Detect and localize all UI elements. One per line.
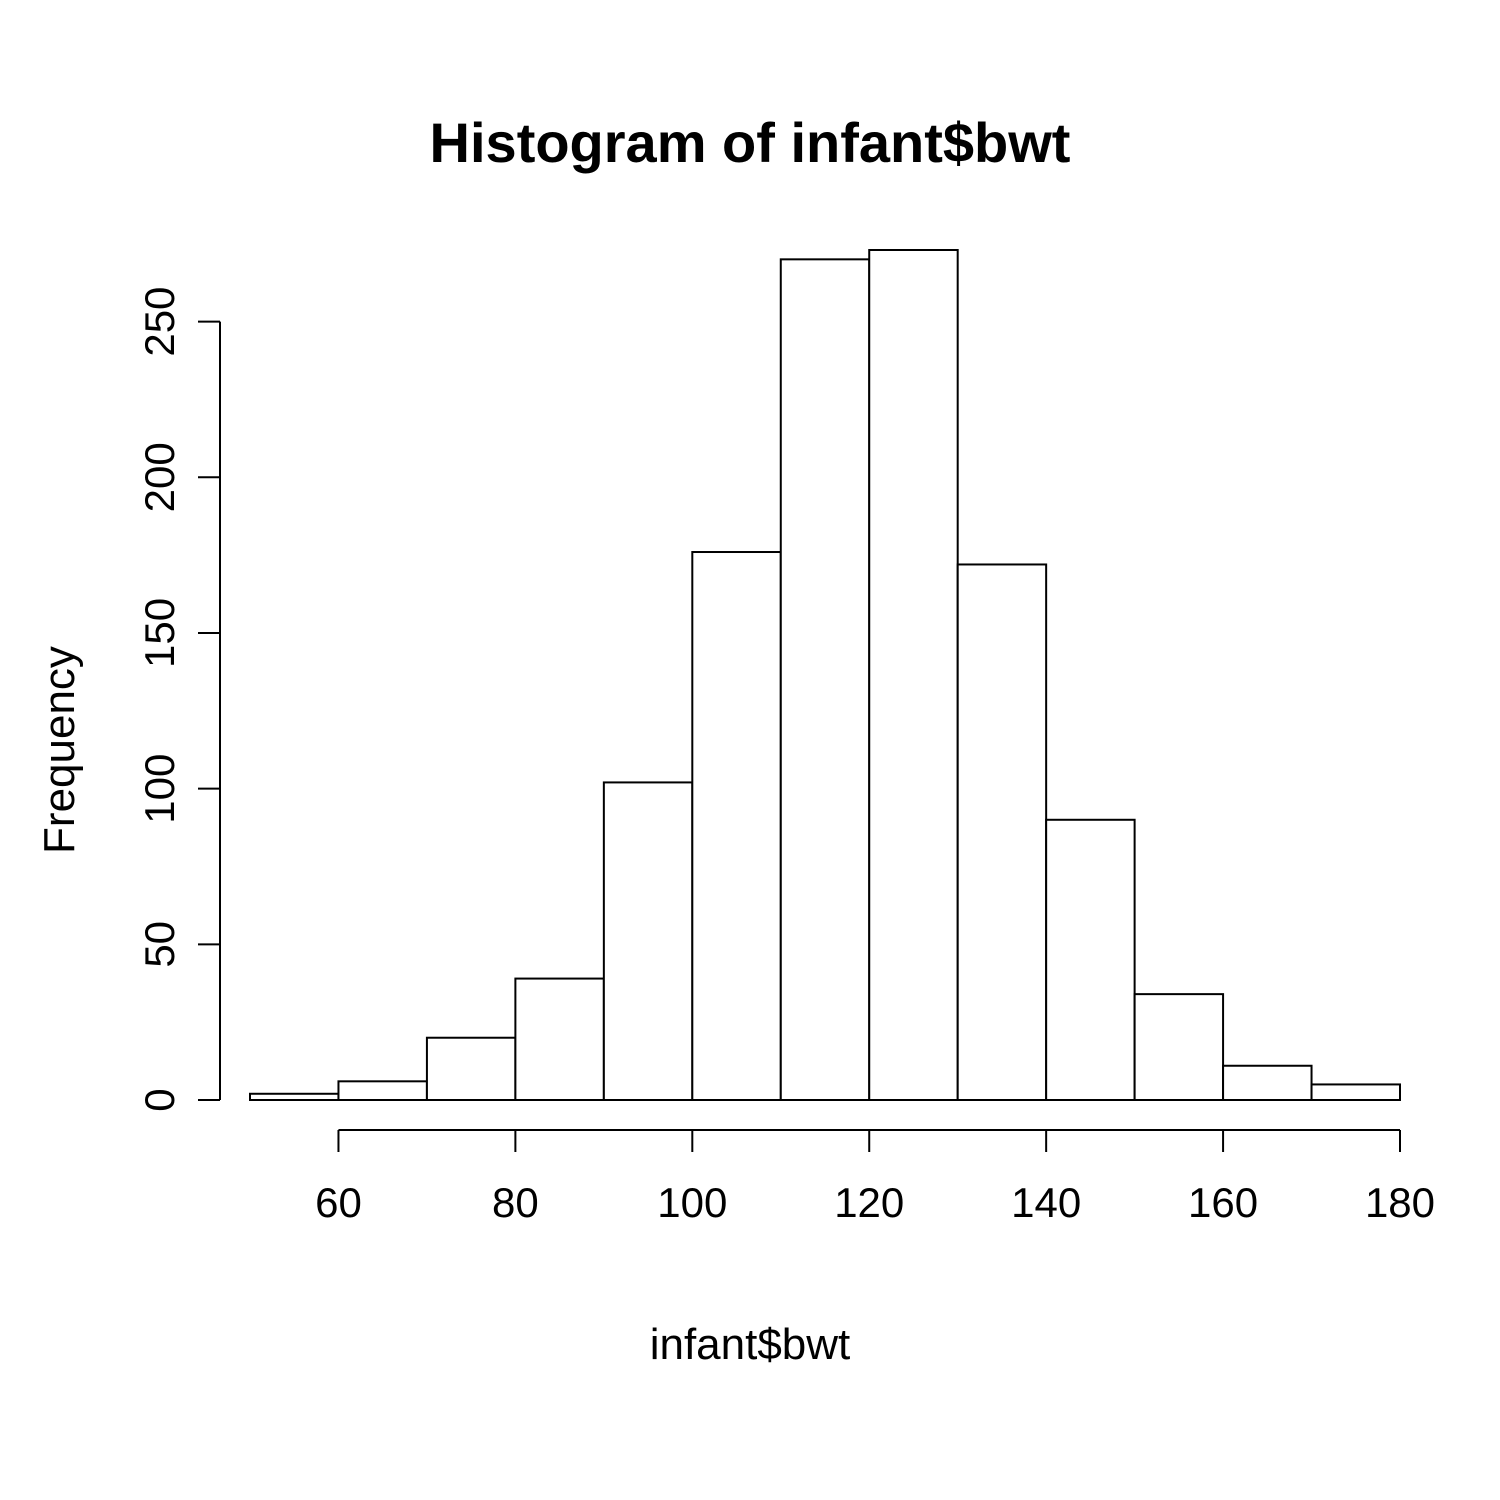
histogram-bar (604, 782, 692, 1100)
histogram-bar (692, 552, 780, 1100)
y-axis-tick-label: 250 (136, 287, 183, 357)
x-axis-tick-label: 160 (1188, 1179, 1258, 1226)
x-axis-tick-label: 180 (1365, 1179, 1435, 1226)
x-axis-tick-label: 60 (315, 1179, 362, 1226)
histogram-bar (869, 250, 957, 1100)
y-axis-tick-label: 50 (136, 921, 183, 968)
histogram-plot: 60 80 100 120 140 160 180 0 50 100 150 200 250 (0, 0, 1500, 1500)
x-axis-tick-label: 140 (1011, 1179, 1081, 1226)
x-axis-tick-label: 120 (834, 1179, 904, 1226)
histogram-bar (1312, 1084, 1400, 1100)
histogram-bar (1046, 820, 1134, 1100)
y-axis-tick-label: 200 (136, 442, 183, 512)
histogram-bar (427, 1038, 515, 1100)
y-axis-tick-label: 150 (136, 598, 183, 668)
histogram-bar (1135, 994, 1223, 1100)
histogram-bar (515, 979, 603, 1100)
y-axis-tick-label: 0 (136, 1088, 183, 1111)
histogram-bar (338, 1081, 426, 1100)
x-axis-tick-label: 100 (657, 1179, 727, 1226)
histogram-bar (1223, 1066, 1311, 1100)
histogram-bar (958, 564, 1046, 1100)
y-axis-tick-label: 100 (136, 754, 183, 824)
histogram-bar (250, 1094, 338, 1100)
histogram-bar (781, 259, 869, 1100)
x-axis-tick-label: 80 (492, 1179, 539, 1226)
